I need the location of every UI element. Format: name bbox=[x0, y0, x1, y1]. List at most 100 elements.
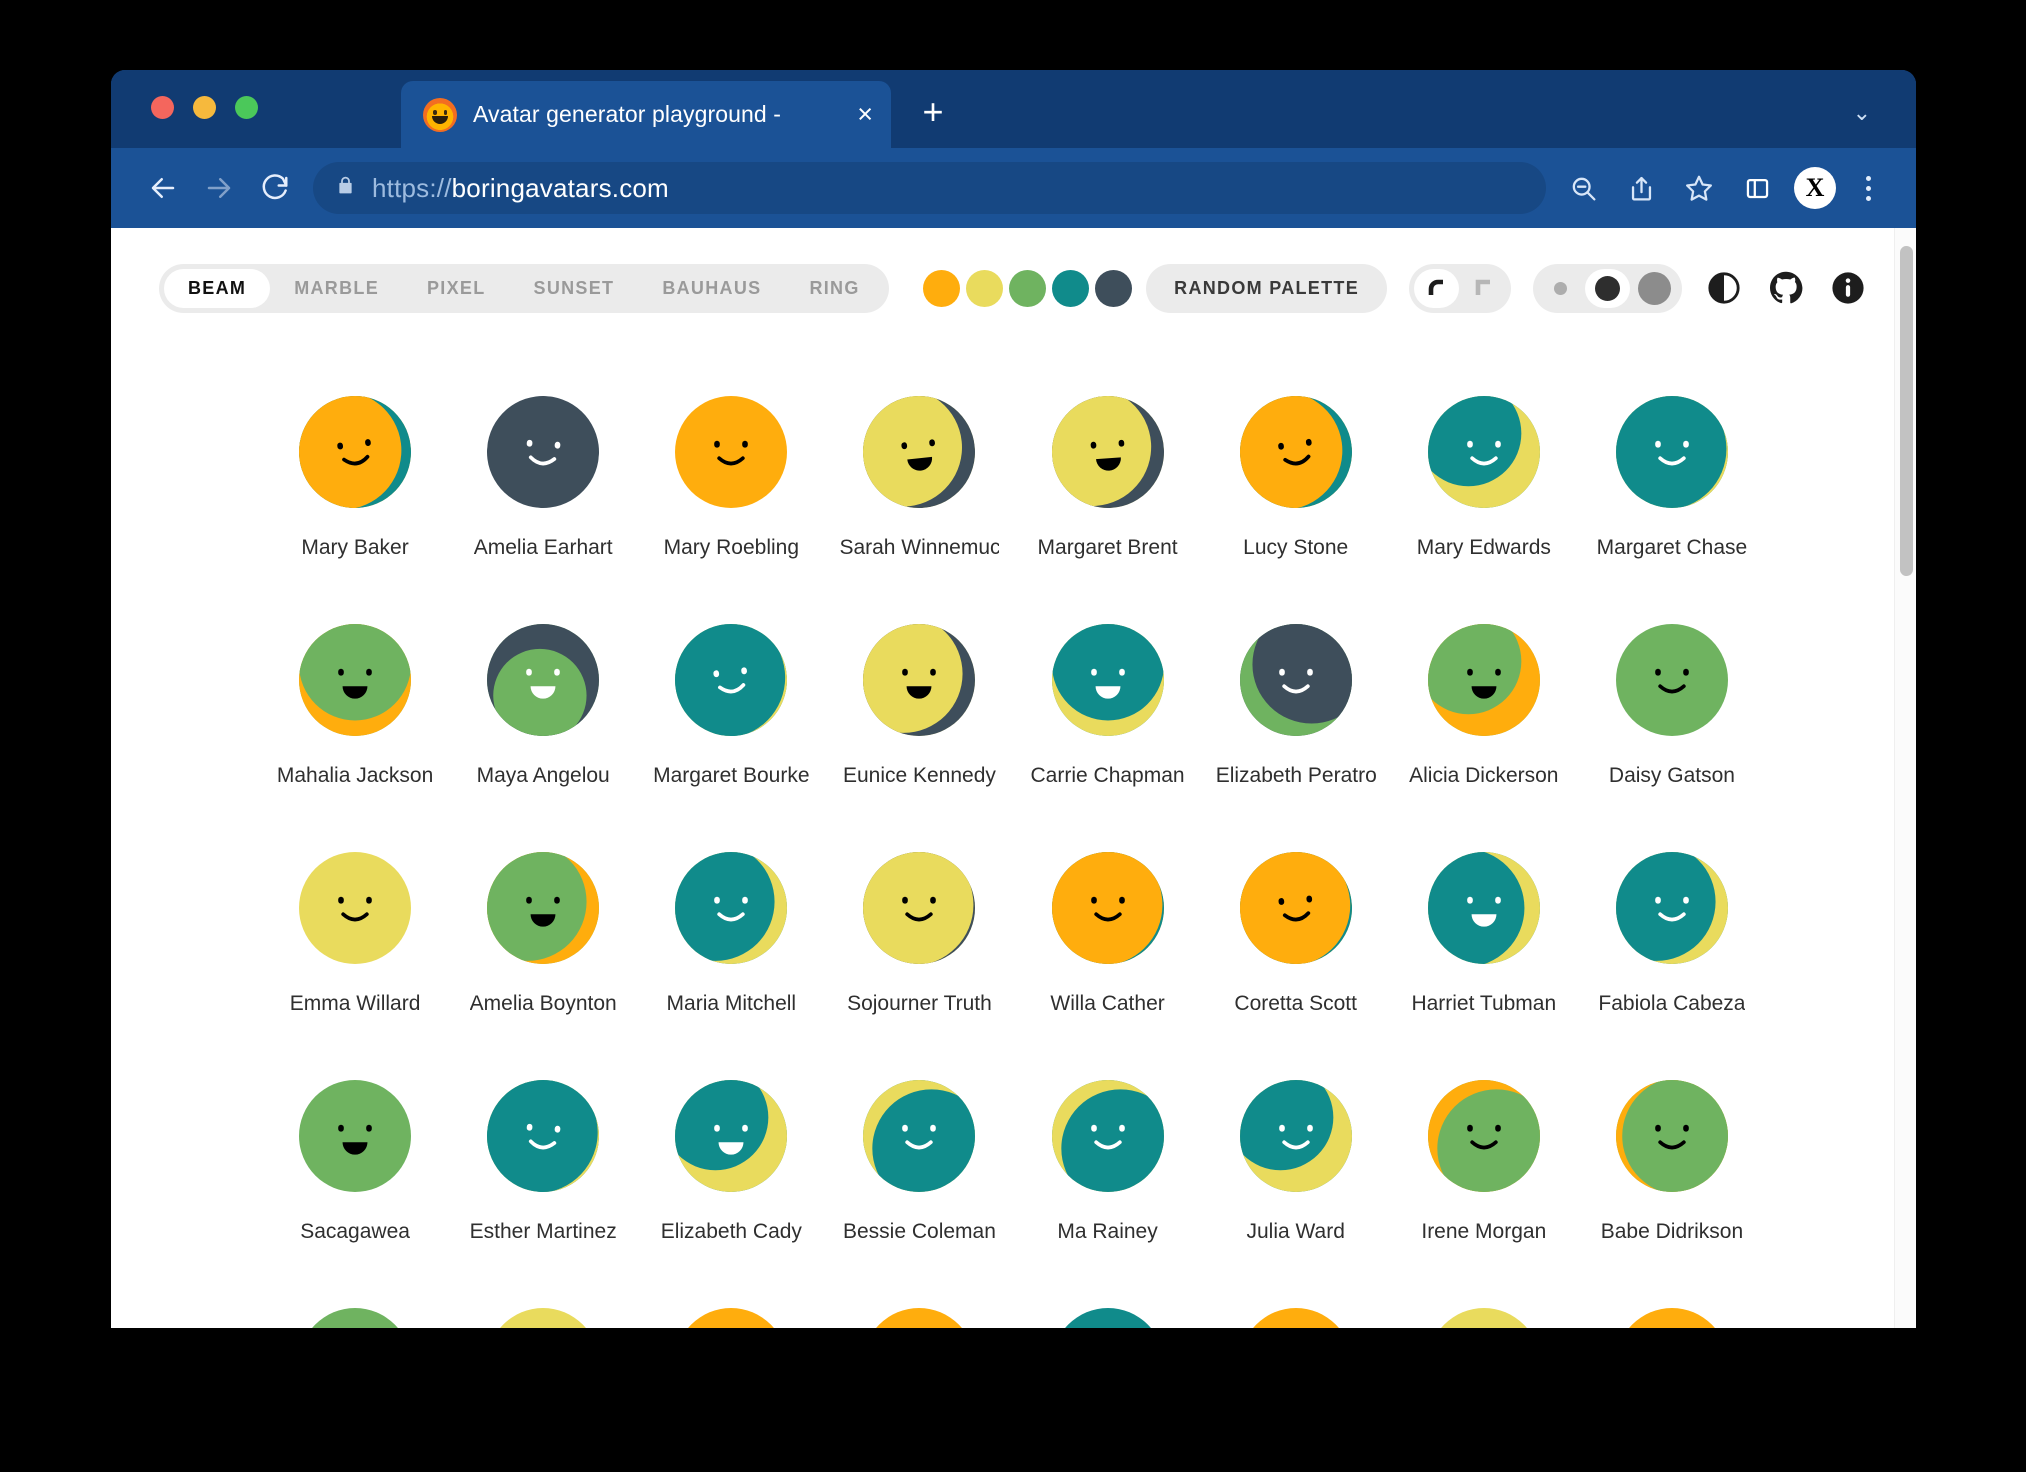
avatar-art bbox=[675, 396, 787, 508]
avatar-cell[interactable]: Elizabeth Peratrov bbox=[1202, 624, 1390, 788]
share-icon[interactable] bbox=[1614, 161, 1668, 215]
avatar-cell[interactable] bbox=[1390, 1308, 1578, 1328]
square-corner-icon[interactable] bbox=[1461, 269, 1506, 308]
window-minimize-button[interactable] bbox=[193, 96, 216, 119]
avatar-cell[interactable]: Irene Morgan bbox=[1390, 1080, 1578, 1244]
github-icon[interactable] bbox=[1766, 268, 1806, 308]
profile-avatar[interactable]: X bbox=[1794, 167, 1836, 209]
avatar-image bbox=[1616, 396, 1728, 508]
avatar-cell[interactable]: Babe Didrikson bbox=[1578, 1080, 1766, 1244]
address-bar[interactable]: https://boringavatars.com bbox=[313, 162, 1546, 214]
reload-icon[interactable] bbox=[247, 160, 303, 216]
three-dot-menu-icon[interactable] bbox=[1846, 161, 1890, 215]
tab-close-icon[interactable]: × bbox=[857, 101, 873, 128]
palette-swatch-3[interactable] bbox=[1052, 270, 1089, 307]
page-scrollbar[interactable] bbox=[1894, 228, 1916, 1328]
style-tab-sunset[interactable]: SUNSET bbox=[510, 269, 639, 308]
size-small-dot[interactable] bbox=[1538, 269, 1583, 308]
random-palette-button[interactable]: RANDOM PALETTE bbox=[1146, 264, 1387, 313]
avatar-cell[interactable]: Margaret Bourke bbox=[637, 624, 825, 788]
avatar-cell[interactable] bbox=[1202, 1308, 1390, 1328]
avatar-image bbox=[1052, 1080, 1164, 1192]
avatar-cell[interactable]: Margaret Chase bbox=[1578, 396, 1766, 560]
avatar-cell[interactable]: Fabiola Cabeza bbox=[1578, 852, 1766, 1016]
window-traffic-lights bbox=[151, 96, 258, 119]
bookmark-star-icon[interactable] bbox=[1672, 161, 1726, 215]
forward-arrow-icon[interactable] bbox=[191, 160, 247, 216]
palette-swatch-4[interactable] bbox=[1095, 270, 1132, 307]
scrollbar-thumb[interactable] bbox=[1900, 246, 1913, 576]
avatar-cell[interactable]: Lucy Stone bbox=[1202, 396, 1390, 560]
avatar-cell[interactable]: Sojourner Truth bbox=[825, 852, 1013, 1016]
new-tab-button[interactable]: + bbox=[916, 97, 950, 131]
avatar-cell[interactable]: Amelia Earhart bbox=[449, 396, 637, 560]
avatar-image bbox=[487, 1080, 599, 1192]
avatar-image bbox=[675, 396, 787, 508]
avatar-cell[interactable]: Ma Rainey bbox=[1014, 1080, 1202, 1244]
info-icon[interactable] bbox=[1828, 268, 1868, 308]
palette-swatches bbox=[923, 270, 1132, 307]
palette-swatch-1[interactable] bbox=[966, 270, 1003, 307]
avatar-cell[interactable] bbox=[1578, 1308, 1766, 1328]
avatar-cell[interactable]: Mahalia Jackson bbox=[261, 624, 449, 788]
avatar-cell[interactable]: Emma Willard bbox=[261, 852, 449, 1016]
avatar-art bbox=[299, 396, 411, 508]
avatar-image bbox=[487, 396, 599, 508]
avatar-cell[interactable] bbox=[825, 1308, 1013, 1328]
avatar-art bbox=[1616, 624, 1728, 736]
size-large-dot[interactable] bbox=[1632, 269, 1677, 308]
avatar-art bbox=[1428, 1080, 1540, 1192]
sidebar-panel-icon[interactable] bbox=[1730, 161, 1784, 215]
avatar-cell[interactable]: Bessie Coleman bbox=[825, 1080, 1013, 1244]
window-maximize-button[interactable] bbox=[235, 96, 258, 119]
avatar-cell[interactable] bbox=[1014, 1308, 1202, 1328]
palette-swatch-0[interactable] bbox=[923, 270, 960, 307]
style-tab-pixel[interactable]: PIXEL bbox=[403, 269, 510, 308]
avatar-cell[interactable]: Alicia Dickerson bbox=[1390, 624, 1578, 788]
style-tab-bauhaus[interactable]: BAUHAUS bbox=[638, 269, 785, 308]
avatar-cell[interactable] bbox=[637, 1308, 825, 1328]
avatar-cell[interactable]: Margaret Brent bbox=[1014, 396, 1202, 560]
style-tab-beam[interactable]: BEAM bbox=[164, 269, 270, 308]
avatar-cell[interactable]: Mary Baker bbox=[261, 396, 449, 560]
avatar-art bbox=[1616, 1080, 1728, 1192]
palette-swatch-2[interactable] bbox=[1009, 270, 1046, 307]
avatar-name: Emma Willard bbox=[290, 992, 421, 1016]
zoom-out-icon[interactable] bbox=[1556, 161, 1610, 215]
avatar-cell[interactable]: Elizabeth Cady bbox=[637, 1080, 825, 1244]
avatar-cell[interactable]: Eunice Kennedy bbox=[825, 624, 1013, 788]
chevron-down-icon[interactable]: ⌄ bbox=[1853, 100, 1871, 126]
browser-tab-active[interactable]: Avatar generator playground - × bbox=[401, 81, 891, 148]
contrast-icon[interactable] bbox=[1704, 268, 1744, 308]
avatar-cell[interactable]: Amelia Boynton bbox=[449, 852, 637, 1016]
style-tab-ring[interactable]: RING bbox=[785, 269, 883, 308]
avatar-cell[interactable]: Esther Martinez bbox=[449, 1080, 637, 1244]
size-medium-dot[interactable] bbox=[1585, 269, 1630, 308]
avatar-cell[interactable]: Carrie Chapman bbox=[1014, 624, 1202, 788]
avatar-art bbox=[1240, 396, 1352, 508]
back-arrow-icon[interactable] bbox=[135, 160, 191, 216]
avatar-cell[interactable]: Harriet Tubman bbox=[1390, 852, 1578, 1016]
avatar-cell[interactable]: Mary Roebling bbox=[637, 396, 825, 560]
avatar-art bbox=[487, 1308, 599, 1328]
avatar-cell[interactable]: Maria Mitchell bbox=[637, 852, 825, 1016]
avatar-art bbox=[1052, 624, 1164, 736]
avatar-cell[interactable]: Maya Angelou bbox=[449, 624, 637, 788]
avatar-name: Mahalia Jackson bbox=[277, 764, 433, 788]
window-close-button[interactable] bbox=[151, 96, 174, 119]
avatar-cell[interactable]: Daisy Gatson bbox=[1578, 624, 1766, 788]
avatar-cell[interactable]: Coretta Scott bbox=[1202, 852, 1390, 1016]
avatar-art bbox=[675, 1080, 787, 1192]
avatar-art bbox=[1616, 852, 1728, 964]
avatar-cell[interactable] bbox=[261, 1308, 449, 1328]
rounded-corner-icon[interactable] bbox=[1414, 269, 1459, 308]
avatar-cell[interactable]: Mary Edwards bbox=[1390, 396, 1578, 560]
avatar-cell[interactable]: Julia Ward bbox=[1202, 1080, 1390, 1244]
avatar-cell[interactable]: Sacagawea bbox=[261, 1080, 449, 1244]
avatar-image bbox=[487, 1308, 599, 1328]
url-scheme: https:// bbox=[372, 173, 452, 203]
avatar-cell[interactable]: Willa Cather bbox=[1014, 852, 1202, 1016]
avatar-cell[interactable]: Sarah Winnemucca bbox=[825, 396, 1013, 560]
style-tab-marble[interactable]: MARBLE bbox=[270, 269, 403, 308]
avatar-cell[interactable] bbox=[449, 1308, 637, 1328]
